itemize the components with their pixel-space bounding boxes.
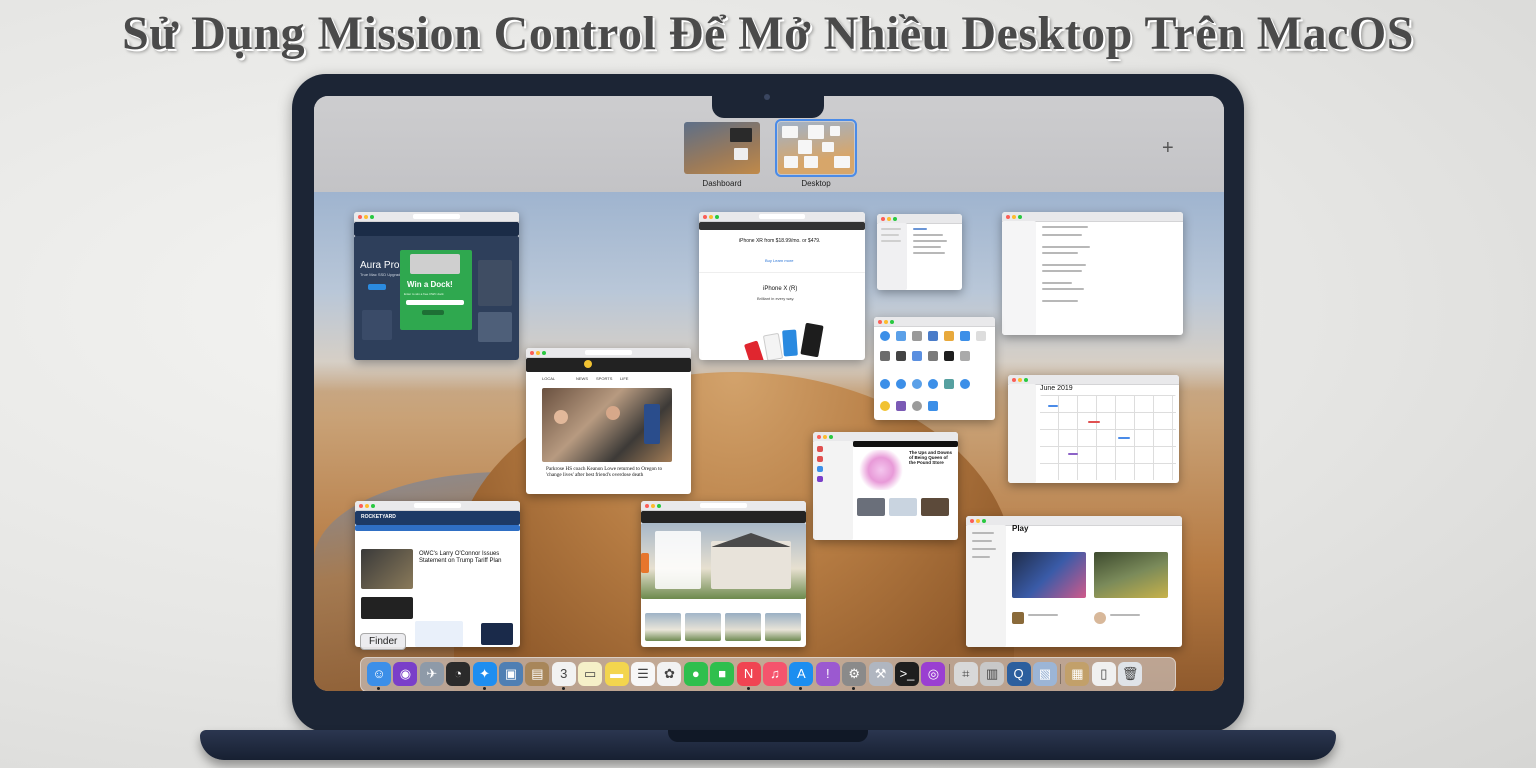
window-houseplans[interactable]	[641, 501, 806, 647]
printer-icon[interactable]: ▥	[980, 662, 1005, 686]
system-preferences-icon[interactable]: ⚙	[842, 662, 867, 686]
space-label-desktop: Desktop	[801, 179, 831, 188]
dock: ☺ ◉ ✈ ◔ ✦ ▣ ▤ 3 ▭ ▬ ☰ ✿ ● ■ N ♫ A! ⚙ ⚒ >_ ◎ ⌗ ▥ Q ▧ ▦ ▯ 🗑	[360, 657, 1176, 691]
space-thumb-dashboard[interactable]	[684, 122, 760, 174]
news-tab-local[interactable]: LOCAL	[542, 376, 555, 381]
window-rocketyard[interactable]: ROCKETYARD OWC's Larry O'Connor Issues S…	[355, 501, 520, 647]
news-icon[interactable]: N	[736, 662, 761, 686]
window-apple-news[interactable]: The Ups and Downs of Being Queen of the …	[813, 432, 958, 540]
quicktime-icon[interactable]: Q	[1006, 662, 1031, 686]
apple-links[interactable]: Buy Learn more	[765, 258, 793, 263]
add-space-button[interactable]: +	[1162, 138, 1174, 158]
apple-news-headline[interactable]: The Ups and Downs of Being Queen of the …	[909, 450, 955, 465]
apple-product-sub: Brilliant in every way.	[757, 296, 795, 301]
window-calendar[interactable]: June 2019	[1008, 375, 1179, 483]
app-store-icon[interactable]: A	[789, 662, 814, 686]
mission-control-screen: Dashboard Desktop + Aura Pro True Mac SS…	[314, 96, 1224, 691]
app-store-heading: Play	[1012, 524, 1029, 533]
space-thumb-desktop[interactable]	[775, 119, 857, 177]
dock-separator	[1060, 664, 1062, 684]
window-textedit[interactable]	[1002, 212, 1183, 335]
window-finder-small[interactable]	[877, 214, 962, 290]
rocketyard-headline[interactable]: OWC's Larry O'Connor Issues Statement on…	[419, 551, 515, 565]
facetime-icon[interactable]: ■	[710, 662, 735, 686]
siri-icon[interactable]: ◉	[393, 662, 418, 686]
space-label-dashboard: Dashboard	[702, 179, 742, 188]
finder-icon[interactable]: ☺	[367, 662, 391, 686]
preview-icon[interactable]: ▧	[1033, 662, 1057, 686]
dock-running-indicator	[482, 687, 486, 690]
window-apple-iphone[interactable]: iPhone XR from $18.99/mo. or $479. Buy L…	[699, 212, 865, 360]
archive-icon[interactable]: ▦	[1065, 662, 1090, 686]
dock-running-indicator	[561, 687, 565, 690]
notes-icon[interactable]: ▭	[578, 662, 603, 686]
laptop-base-lip	[668, 730, 868, 742]
page-title: Sử Dụng Mission Control Để Mở Nhiều Desk…	[122, 7, 1414, 60]
window-owc-safari[interactable]: Aura Pro True Mac SSD Upgrade Win a Dock…	[354, 212, 519, 360]
podcasts-icon[interactable]: ◎	[921, 662, 946, 686]
dashboard-icon[interactable]: ◔	[446, 662, 471, 686]
owc-hero-sub: True Mac SSD Upgrade	[360, 272, 403, 277]
camera-icon	[764, 94, 770, 100]
dock-separator	[948, 664, 950, 684]
window-app-store[interactable]: Play	[966, 516, 1182, 647]
safari-icon[interactable]: ✦	[472, 662, 497, 686]
screenshot-icon[interactable]: ⌗	[953, 662, 978, 686]
photos-icon[interactable]: ✿	[657, 662, 682, 686]
owc-popup-title: Win a Dock!	[407, 280, 453, 289]
feedback-icon[interactable]: !	[815, 662, 840, 686]
calendar-month: June 2019	[1040, 385, 1073, 392]
messages-icon[interactable]: ●	[683, 662, 708, 686]
owc-hero-text: Aura Pro	[360, 260, 400, 271]
launchpad-icon[interactable]: ✈	[419, 662, 444, 686]
document-icon[interactable]: ▯	[1091, 662, 1116, 686]
dock-running-indicator	[377, 687, 380, 690]
dock-tooltip: Finder	[360, 633, 407, 650]
news-tab-life[interactable]: LIFE	[620, 376, 628, 381]
news-tab-sports[interactable]: SPORTS	[596, 376, 612, 381]
dock-running-indicator	[852, 687, 856, 690]
contacts-icon[interactable]: ▤	[525, 662, 550, 686]
trash-icon[interactable]: 🗑	[1118, 662, 1143, 686]
calendar-icon[interactable]: 3	[551, 662, 576, 686]
window-news-safari[interactable]: LOCAL NEWS SPORTS LIFE Parkrose HS coach…	[526, 348, 691, 494]
apple-product: iPhone X (R)	[763, 286, 798, 292]
stickies-icon[interactable]: ▬	[604, 662, 629, 686]
window-system-preferences[interactable]	[874, 317, 995, 420]
news-headline[interactable]: Parkrose HS coach Keanon Lowe returned t…	[546, 466, 672, 478]
dock-running-indicator	[799, 687, 803, 690]
photo-booth-icon[interactable]: ▣	[499, 662, 523, 686]
dock-running-indicator	[746, 687, 750, 690]
reminders-icon[interactable]: ☰	[631, 662, 655, 686]
music-icon[interactable]: ♫	[763, 662, 787, 686]
owc-popup-sub: Enter to win a free OWC dock	[404, 292, 444, 296]
utilities-icon[interactable]: ⚒	[868, 662, 893, 686]
rocketyard-brand: ROCKETYARD	[361, 514, 396, 520]
news-tab-news[interactable]: NEWS	[576, 376, 588, 381]
terminal-icon[interactable]: >_	[895, 662, 919, 686]
apple-headline: iPhone XR from $18.99/mo. or $479.	[739, 238, 821, 244]
